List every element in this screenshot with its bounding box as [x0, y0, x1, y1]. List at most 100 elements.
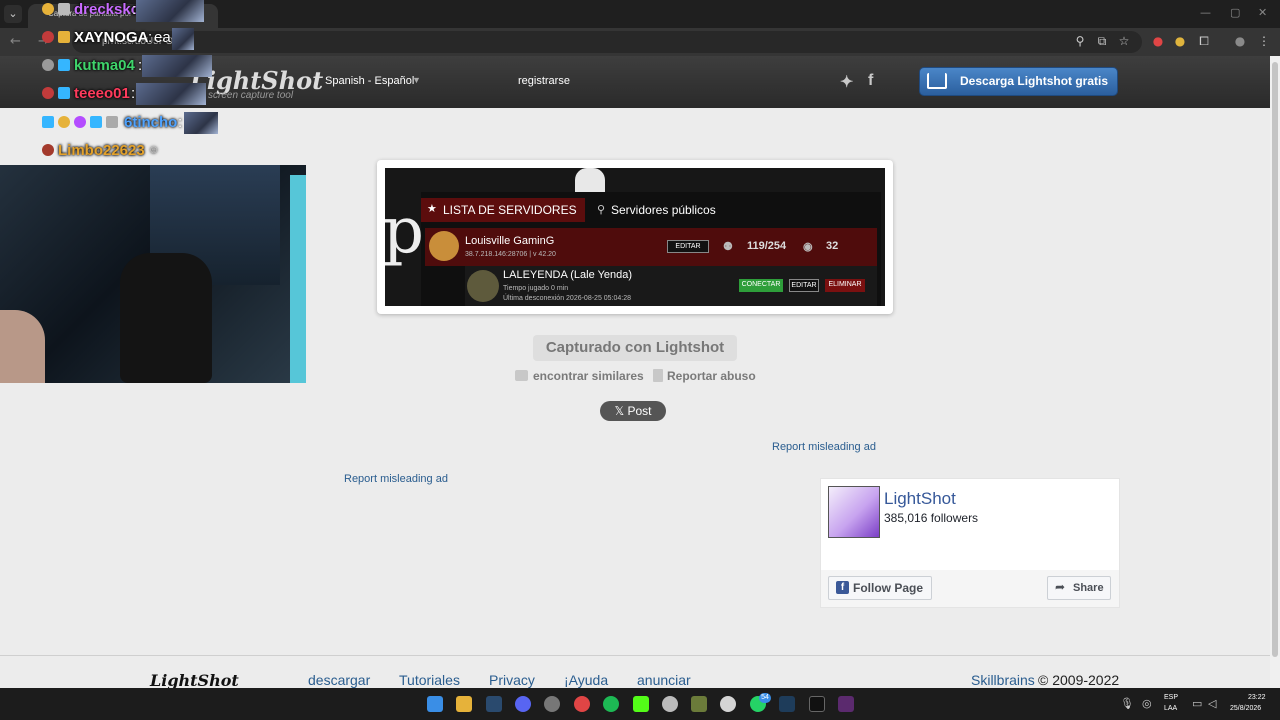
- badge-icon: [106, 116, 118, 128]
- footer-link-download[interactable]: descargar: [308, 672, 370, 688]
- twitter-icon[interactable]: ✦: [840, 72, 853, 92]
- scrollbar-thumb[interactable]: [1272, 62, 1278, 657]
- report-icon: [653, 369, 663, 382]
- facebook-icon[interactable]: f: [868, 72, 873, 90]
- last-disconnect: Última desconexión 2026-08-25 05:04:28: [503, 295, 632, 302]
- minimize-button[interactable]: —: [1200, 6, 1211, 19]
- badge-icon: [58, 116, 70, 128]
- chat-emote: [136, 0, 204, 22]
- chat-username: XAYNOGA: [74, 29, 149, 46]
- skillbrains-link[interactable]: Skillbrains: [971, 672, 1035, 688]
- chat-separator: :: [178, 114, 183, 131]
- badge-icon: [90, 116, 102, 128]
- language-layout[interactable]: LAA: [1164, 705, 1177, 712]
- tab-search-button[interactable]: ⌄: [4, 5, 22, 23]
- clock-time[interactable]: 23:22: [1248, 694, 1266, 701]
- share-arrow-icon: ➦: [1055, 580, 1066, 594]
- screenshot-image[interactable]: prin LISTA DE SERVIDORES ★ ⚲ Servidores …: [385, 168, 885, 306]
- screenshot-icon[interactable]: ⧉: [1094, 33, 1110, 49]
- app-icon[interactable]: [662, 696, 678, 712]
- server-name: Louisville GaminG: [465, 235, 555, 247]
- file-explorer-icon[interactable]: [456, 696, 472, 712]
- copyright: © 2009-2022: [1038, 672, 1120, 688]
- network-icon[interactable]: ◎: [1142, 697, 1152, 710]
- chat-username: teeeo01: [74, 85, 130, 102]
- address-bar[interactable]: [72, 31, 1142, 53]
- report-misleading-ad-link[interactable]: Report misleading ad: [344, 473, 448, 485]
- maximize-button[interactable]: ▢: [1230, 6, 1240, 19]
- spotify-icon[interactable]: [603, 696, 619, 712]
- share-label: Share: [1073, 582, 1104, 594]
- chat-emote: [142, 55, 212, 77]
- clock-date[interactable]: 25/8/2026: [1230, 705, 1261, 712]
- badge-icon: [42, 3, 54, 15]
- badge-icon: [42, 144, 54, 156]
- github-icon[interactable]: [544, 696, 560, 712]
- extension-icon[interactable]: ●: [1150, 33, 1166, 49]
- facebook-followers: 385,016 followers: [884, 511, 979, 525]
- ccleaner-icon[interactable]: [720, 696, 736, 712]
- x-post-button[interactable]: 𝕏 Post: [600, 401, 666, 421]
- download-button-label: Descarga Lightshot gratis: [960, 74, 1109, 88]
- chat-emote: [136, 83, 206, 105]
- footer-link-help[interactable]: ¡Ayuda: [564, 672, 608, 688]
- chrome-icon[interactable]: [574, 696, 590, 712]
- app-icon[interactable]: [838, 696, 854, 712]
- tab-public-servers: Servidores públicos: [611, 203, 716, 217]
- server-address: 38.7.218.146:28706 | v 42.20: [465, 251, 556, 258]
- bookmark-star-icon[interactable]: ☆: [1116, 33, 1132, 49]
- star-icon: ★: [427, 203, 437, 215]
- chat-separator: :: [131, 85, 136, 102]
- minecraft-icon[interactable]: [691, 696, 707, 712]
- chat-separator: :: [148, 29, 153, 46]
- server-avatar: [467, 270, 499, 302]
- register-link[interactable]: registrarse: [518, 75, 570, 87]
- find-similar-link[interactable]: encontrar similares: [533, 369, 644, 383]
- back-button[interactable]: ←: [10, 34, 21, 49]
- follow-page-label: Follow Page: [853, 581, 924, 595]
- badge-icon: [42, 87, 54, 99]
- players-icon: ⚉: [723, 241, 733, 253]
- edit-button: EDITAR: [789, 279, 819, 292]
- badge-icon: [58, 59, 70, 71]
- chat-emote: [184, 112, 218, 134]
- lightshot-feather-logo[interactable]: [828, 486, 880, 538]
- facebook-page-name[interactable]: LightShot: [884, 489, 956, 509]
- steam-icon[interactable]: [779, 696, 795, 712]
- steam-icon[interactable]: [486, 696, 502, 712]
- webcam-chair: [120, 253, 212, 383]
- browser-menu-icon[interactable]: ⋮: [1256, 33, 1272, 49]
- language-indicator[interactable]: ESP: [1164, 694, 1178, 701]
- profile-avatar[interactable]: ●: [1232, 33, 1248, 49]
- time-played: Tiempo jugado 0 min: [503, 285, 569, 292]
- chat-username: drecksko: [74, 1, 140, 18]
- chat-username: kutma04: [74, 57, 135, 74]
- badge-icon: [42, 31, 54, 43]
- display-icon[interactable]: ▭: [1192, 697, 1202, 710]
- chevron-down-icon[interactable]: ▼: [412, 75, 421, 85]
- extensions-puzzle-icon[interactable]: ⧠: [1196, 33, 1212, 49]
- connect-button: CONECTAR: [739, 279, 783, 292]
- language-selector[interactable]: Spanish - Español: [325, 75, 414, 87]
- footer-link-privacy[interactable]: Privacy: [489, 672, 535, 688]
- ping-value: 32: [826, 240, 839, 252]
- report-misleading-ad-link[interactable]: Report misleading ad: [772, 441, 876, 453]
- start-button-icon[interactable]: [427, 696, 443, 712]
- close-window-button[interactable]: ✕: [1258, 6, 1267, 19]
- webcam-arm: [0, 310, 45, 383]
- discord-icon[interactable]: [515, 696, 531, 712]
- volume-icon[interactable]: ◁: [1208, 697, 1216, 710]
- obs-dv-icon[interactable]: [809, 696, 825, 712]
- footer-link-advertise[interactable]: anunciar: [637, 672, 691, 688]
- zoom-icon[interactable]: ⚲: [1072, 33, 1088, 49]
- report-abuse-link[interactable]: Reportar abuso: [667, 369, 756, 383]
- extension-icon[interactable]: ●: [1172, 33, 1188, 49]
- kick-icon[interactable]: [633, 696, 649, 712]
- whatsapp-badge: 54: [759, 693, 771, 703]
- chat-username: 6tincho: [124, 114, 178, 131]
- emote-icon: ☺: [148, 144, 160, 156]
- badge-icon: [42, 59, 54, 71]
- microphone-icon[interactable]: 🎙: [1120, 697, 1134, 710]
- delete-button: ELIMINAR: [825, 279, 865, 292]
- footer-link-tutorials[interactable]: Tutoriales: [399, 672, 460, 688]
